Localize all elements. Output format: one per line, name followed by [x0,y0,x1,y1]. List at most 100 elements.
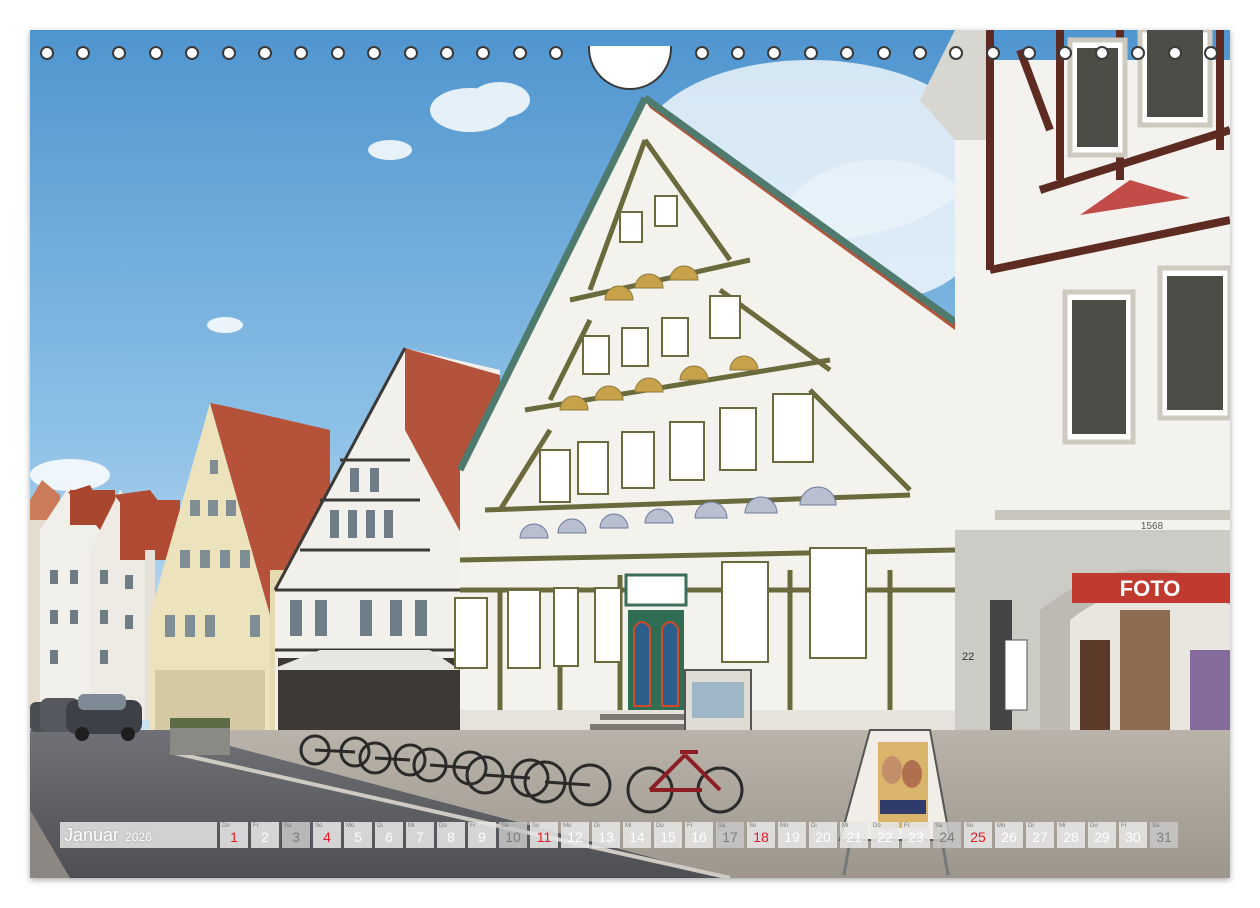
calendar-day: Di 6 [375,822,403,848]
day-number: 11 [536,829,552,845]
calendar-day: Sa 31 [1150,822,1178,848]
calendar-strip: Januar 2026 Do 1 Fr 2 Sa 3 So 4 Mo 5 Di 6 Mi 7 Do 8 Fr 9 S… [60,822,1178,848]
binding-hole [549,46,563,60]
binding-hole [149,46,163,60]
calendar-day: Mi 21 [840,822,868,848]
binding-hole [76,46,90,60]
binding-hole [1204,46,1218,60]
binding-hole [949,46,963,60]
binding-hole [913,46,927,60]
month-name: Januar [64,824,120,845]
day-number: 17 [722,829,738,845]
foto-sign: FOTO [1120,576,1181,601]
right-building: FOTO 22 1568 [920,30,1230,800]
binding-hole [367,46,381,60]
binding-hole [404,46,418,60]
calendar-day: Do 15 [654,822,682,848]
calendar-day: Mo 12 [561,822,589,848]
calendar-day: Fr 23 [902,822,930,848]
day-number: 29 [1094,829,1110,845]
calendar-day: Mi 7 [406,822,434,848]
binding-hole [1168,46,1182,60]
calendar-day: Fr 30 [1119,822,1147,848]
day-number: 14 [629,829,645,845]
month-year: 2026 [125,829,152,844]
calendar-day: Fr 2 [251,822,279,848]
binding-hole [804,46,818,60]
binding-hole [1022,46,1036,60]
day-number: 3 [292,829,300,845]
calendar-day: Mo 19 [778,822,806,848]
day-number: 5 [354,829,362,845]
day-number: 1 [230,829,238,845]
calendar-day: Mi 14 [623,822,651,848]
house-number: 22 [962,651,974,663]
binding-hole [258,46,272,60]
day-number: 23 [908,829,924,845]
calendar-day: So 25 [964,822,992,848]
day-number: 4 [323,829,331,845]
day-number: 16 [691,829,707,845]
calendar-day: So 11 [530,822,558,848]
binding-hole [476,46,490,60]
calendar-day: Do 8 [437,822,465,848]
day-number: 19 [784,829,800,845]
day-number: 20 [815,829,831,845]
spiral-binding [30,44,1230,90]
binding-hole [294,46,308,60]
binding-hole [513,46,527,60]
binding-hole [331,46,345,60]
day-number: 22 [877,829,893,845]
day-number: 25 [970,829,986,845]
day-number: 10 [505,829,521,845]
calendar-day: Mi 28 [1057,822,1085,848]
street-photo: FOTO 22 1568 [30,30,1230,878]
year-plaque: 1568 [1141,521,1164,532]
day-number: 18 [753,829,769,845]
binding-hole [731,46,745,60]
calendar-page: FOTO 22 1568 Januar 2026 Do 1 Fr 2 Sa 3 … [30,30,1230,878]
binding-hole [1095,46,1109,60]
calendar-day: Mo 5 [344,822,372,848]
calendar-day: Di 13 [592,822,620,848]
binding-hole [767,46,781,60]
binding-hole [1058,46,1072,60]
day-number: 31 [1156,829,1172,845]
binding-hole [877,46,891,60]
calendar-day: Do 29 [1088,822,1116,848]
binding-hole [440,46,454,60]
day-number: 9 [478,829,486,845]
day-number: 26 [1001,829,1017,845]
day-number: 2 [261,829,269,845]
calendar-day: Di 27 [1026,822,1054,848]
calendar-day: Fr 16 [685,822,713,848]
calendar-day: So 18 [747,822,775,848]
binding-hole [840,46,854,60]
day-number: 7 [416,829,424,845]
day-number: 8 [447,829,455,845]
day-number: 13 [598,829,614,845]
calendar-day: Mo 26 [995,822,1023,848]
calendar-day: Sa 24 [933,822,961,848]
calendar-day: Di 20 [809,822,837,848]
day-number: 6 [385,829,393,845]
calendar-day: Sa 3 [282,822,310,848]
day-number: 21 [846,829,862,845]
day-number: 12 [567,829,583,845]
binding-hole [40,46,54,60]
calendar-day: Do 22 [871,822,899,848]
day-number: 28 [1063,829,1079,845]
month-label-box: Januar 2026 [60,822,217,848]
binding-hole [695,46,709,60]
calendar-day: Sa 10 [499,822,527,848]
day-number: 24 [939,829,955,845]
day-number: 15 [660,829,676,845]
calendar-day: Sa 17 [716,822,744,848]
binding-hole [222,46,236,60]
binding-hole [1131,46,1145,60]
binding-hole [112,46,126,60]
binding-hole [986,46,1000,60]
binding-hole [185,46,199,60]
day-number: 27 [1032,829,1048,845]
calendar-day: So 4 [313,822,341,848]
